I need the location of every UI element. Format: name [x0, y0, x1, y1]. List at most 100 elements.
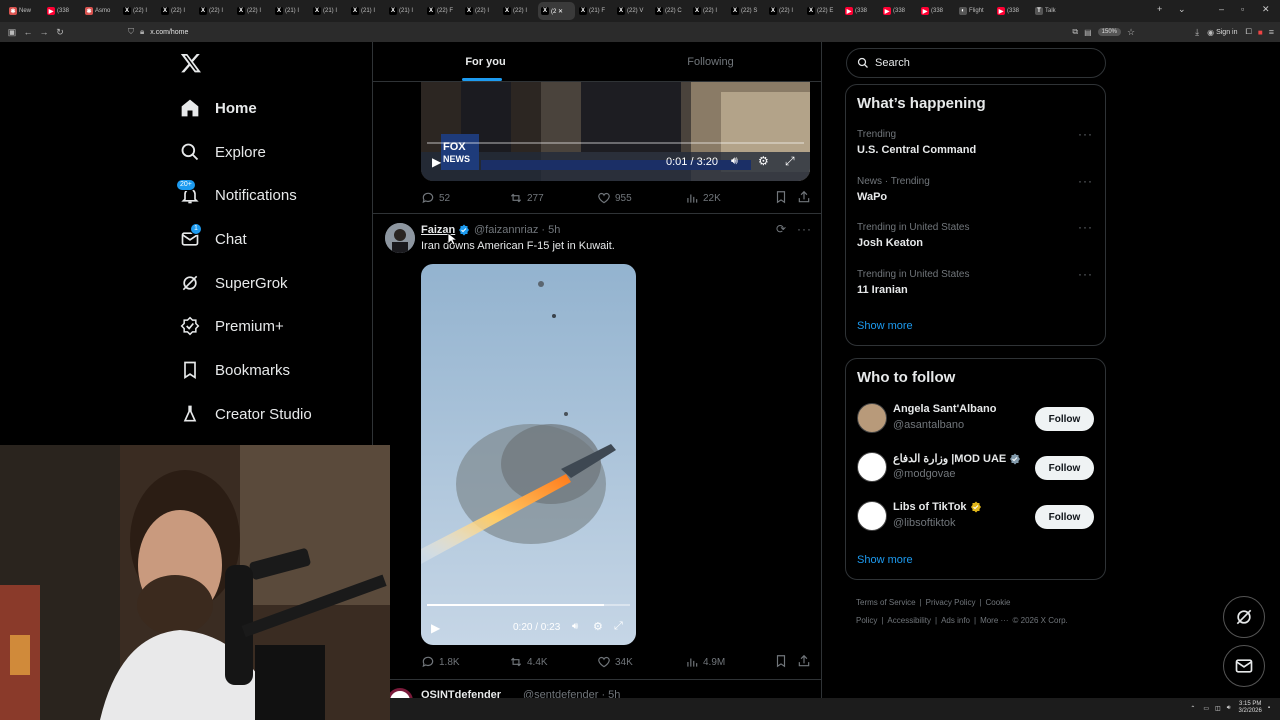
browser-tab[interactable]: T Talk — [1032, 2, 1069, 20]
grok-explain-icon[interactable]: ⟳ — [776, 222, 786, 236]
settings-gear-icon[interactable]: ⚙ — [758, 154, 769, 168]
settings-gear-icon[interactable]: ⚙ — [593, 620, 603, 633]
browser-tab[interactable]: X (21) F — [576, 2, 613, 20]
tab-for-you[interactable]: For you — [373, 42, 598, 81]
reply-button[interactable]: 1.8K — [421, 655, 460, 669]
browser-tab[interactable]: X (21) I — [348, 2, 385, 20]
browser-tab[interactable]: X (22) F — [424, 2, 461, 20]
browser-tab[interactable]: X (21) I — [272, 2, 309, 20]
tab-following[interactable]: Following — [598, 42, 821, 81]
volume-icon[interactable]: 🔊︎ — [731, 155, 738, 168]
close-window-button[interactable]: ✕ — [1262, 4, 1270, 15]
browser-tab[interactable]: X (22) V — [614, 2, 651, 20]
lock-icon[interactable]: 🔒︎ — [140, 27, 144, 37]
download-icon[interactable]: ⤓ — [1195, 27, 1199, 38]
extension-badge-icon[interactable]: ■ — [1258, 28, 1263, 37]
account-handle[interactable]: @libsoftiktok — [893, 517, 956, 529]
tray-app-icon[interactable]: ▭ — [1203, 705, 1209, 712]
trend-name[interactable]: Josh Keaton — [857, 237, 923, 249]
sidebar-item-creator-studio[interactable]: Creator Studio — [180, 399, 312, 429]
views-button[interactable]: 4.9M — [685, 655, 725, 669]
browser-tab[interactable]: ✱ Asmo — [82, 2, 119, 20]
fullscreen-icon[interactable]: ⤢ — [785, 154, 795, 169]
tray-chevron-icon[interactable]: ⌃ — [1190, 705, 1195, 712]
browser-tab[interactable]: ▶ (338 — [842, 2, 879, 20]
account-handle[interactable]: @asantalbano — [893, 419, 964, 431]
sidebar-item-bookmarks[interactable]: Bookmarks — [180, 355, 290, 385]
footer-link[interactable]: Ads info — [941, 616, 970, 625]
trend-name[interactable]: WaPo — [857, 191, 887, 203]
follow-button[interactable]: Follow — [1035, 407, 1094, 431]
post2-handle[interactable]: @faizannriaz · 5h — [474, 224, 560, 236]
trend-name[interactable]: U.S. Central Command — [857, 144, 976, 156]
new-tab-button[interactable]: + — [1157, 4, 1162, 14]
browser-tab[interactable]: X (22) C — [652, 2, 689, 20]
messages-fab-button[interactable] — [1223, 645, 1265, 687]
account-name[interactable]: Angela Sant'Albano — [893, 403, 996, 415]
post1-video[interactable]: FOX NEWS ▶ 0:01 / 3:20 🔊︎ ⚙ ⤢ — [421, 82, 810, 181]
sidebar-item-home[interactable]: Home — [180, 93, 257, 123]
menu-icon[interactable]: ≡ — [1269, 27, 1274, 37]
sidebar-item-explore[interactable]: Explore — [180, 137, 266, 167]
clock[interactable]: 3:15 PM 3/2/2026 — [1239, 701, 1262, 715]
bookmark-button[interactable] — [774, 190, 792, 204]
browser-tab[interactable]: X (2 ✕ — [538, 2, 575, 20]
account-name[interactable]: وزارة الدفاع |MOD UAE — [893, 452, 1021, 465]
reload-button[interactable]: ↻ — [52, 27, 68, 38]
account-avatar[interactable] — [857, 403, 887, 433]
account-name[interactable]: Libs of TikTok — [893, 501, 982, 513]
browser-tab[interactable]: X (22) I — [234, 2, 271, 20]
sign-in-label[interactable]: Sign in — [1216, 29, 1237, 36]
tab-list-chevron-icon[interactable]: ⌄ — [1178, 4, 1186, 15]
browser-tab[interactable]: X (22) I — [120, 2, 157, 20]
zoom-badge[interactable]: 150% — [1097, 28, 1122, 36]
browser-tab[interactable]: ✱ New — [6, 2, 43, 20]
account-handle[interactable]: @modgovae — [893, 468, 956, 480]
browser-tab[interactable]: ▶ (338 — [880, 2, 917, 20]
browser-tab[interactable]: ▶ (338 — [994, 2, 1031, 20]
repost-button[interactable]: 277 — [509, 191, 544, 205]
play-icon[interactable]: ▶ — [431, 621, 440, 635]
volume-icon[interactable]: 🔊︎ — [572, 621, 578, 632]
url-text[interactable]: x.com/home — [150, 29, 188, 36]
shield-icon[interactable]: ⛉ — [128, 27, 134, 37]
star-icon[interactable]: ☆ — [1127, 27, 1135, 38]
minimize-button[interactable]: – — [1219, 4, 1224, 14]
browser-tab[interactable]: X (22) E — [804, 2, 841, 20]
repost-button[interactable]: 4.4K — [509, 655, 548, 669]
trend-more-icon[interactable]: ··· — [1078, 127, 1093, 141]
browser-tab[interactable]: X (22) I — [500, 2, 537, 20]
footer-link[interactable]: © 2026 X Corp. — [1013, 616, 1068, 625]
fullscreen-icon[interactable]: ⤢ — [614, 620, 623, 633]
like-button[interactable]: 34K — [597, 655, 633, 669]
account-avatar[interactable] — [857, 501, 887, 531]
browser-tab[interactable]: X (22) I — [462, 2, 499, 20]
browser-tab[interactable]: ▶ (338 — [918, 2, 955, 20]
sidebar-toggle-icon[interactable]: ▣ — [4, 27, 20, 38]
bookmark-button[interactable] — [774, 654, 792, 668]
follow-button[interactable]: Follow — [1035, 505, 1094, 529]
network-icon[interactable]: ◫ — [1215, 705, 1221, 712]
like-button[interactable]: 955 — [597, 191, 632, 205]
sidebar-item-chat[interactable]: 1 Chat — [180, 223, 247, 254]
x-logo-icon[interactable] — [180, 52, 202, 74]
picture-in-picture-icon[interactable]: ⧉ — [1072, 27, 1078, 37]
post2-video[interactable]: ▶ 0:20 / 0:23 🔊︎ ⚙ ⤢ — [421, 264, 636, 645]
browser-tab[interactable]: X (22) I — [196, 2, 233, 20]
sidebar-item-notifications[interactable]: 20+ Notifications — [176, 179, 297, 210]
search-input[interactable]: Search — [846, 48, 1106, 78]
grok-fab-button[interactable] — [1223, 596, 1265, 638]
browser-tab[interactable]: X (22) S — [728, 2, 765, 20]
trend-more-icon[interactable]: ··· — [1078, 267, 1093, 281]
share-button[interactable] — [797, 654, 815, 668]
follow-button[interactable]: Follow — [1035, 456, 1094, 480]
trend-more-icon[interactable]: ··· — [1078, 174, 1093, 188]
browser-tab[interactable]: X (22) I — [158, 2, 195, 20]
footer-link[interactable]: Accessibility — [887, 616, 931, 625]
maximize-button[interactable]: ▫ — [1241, 4, 1244, 14]
footer-link[interactable]: More ··· — [980, 616, 1008, 625]
footer-link[interactable]: Terms of Service — [856, 598, 916, 607]
account-icon[interactable]: ◉ — [1207, 28, 1214, 37]
video-progress-track[interactable] — [427, 142, 804, 144]
back-button[interactable]: ← — [20, 27, 36, 37]
